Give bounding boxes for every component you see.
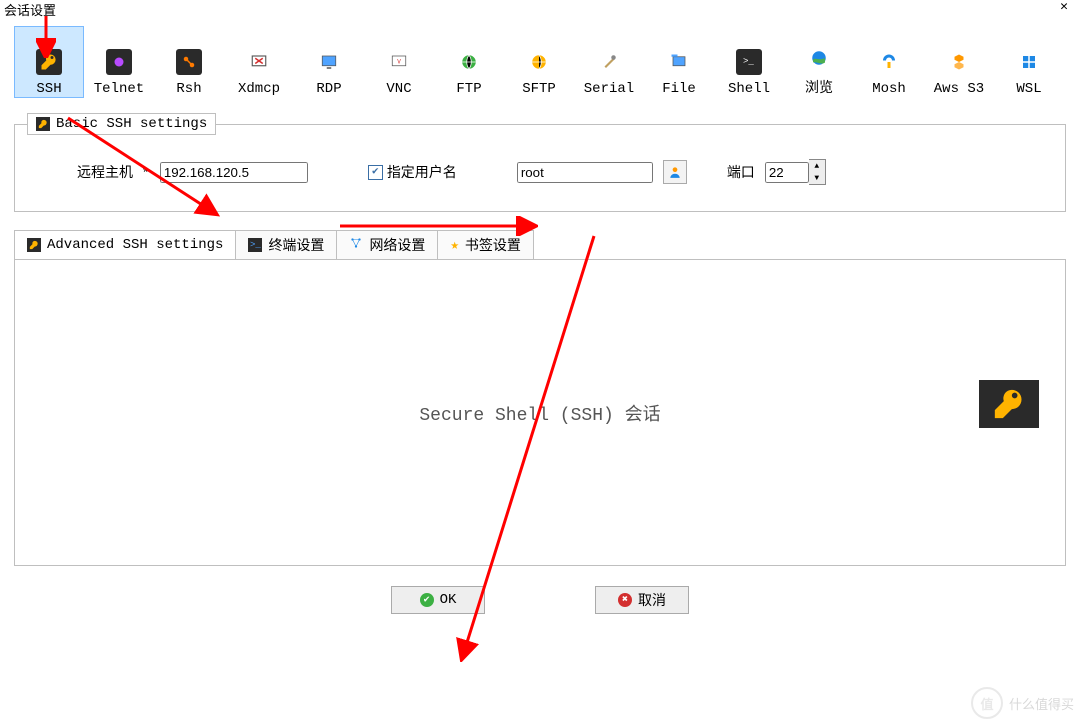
serial-icon: [596, 49, 622, 75]
port-input[interactable]: [765, 162, 809, 183]
close-icon[interactable]: ✕: [1052, 0, 1076, 14]
port-label: 端口: [727, 162, 755, 182]
protocol-sftp[interactable]: SFTP: [504, 26, 574, 98]
mosh-icon: [876, 49, 902, 75]
protocol-xdmcp[interactable]: Xdmcp: [224, 26, 294, 98]
protocol-label: Rsh: [176, 81, 201, 97]
vnc-icon: V: [386, 49, 412, 75]
protocol-label: Serial: [584, 81, 634, 97]
protocol-rdp[interactable]: RDP: [294, 26, 364, 98]
ssh-icon: [36, 49, 62, 75]
port-stepper[interactable]: ▲▼: [765, 159, 826, 185]
xdmcp-icon: [246, 49, 272, 75]
key-icon: [36, 117, 50, 131]
rdp-icon: [316, 49, 342, 75]
tab-label: 终端设置: [268, 235, 324, 255]
protocol-label: RDP: [316, 81, 341, 97]
protocol-vnc[interactable]: V VNC: [364, 26, 434, 98]
person-icon: [668, 165, 682, 179]
tab-bookmark[interactable]: ★ 书签设置: [437, 230, 533, 259]
protocol-label: Telnet: [94, 81, 144, 97]
protocol-rsh[interactable]: Rsh: [154, 26, 224, 98]
protocol-file[interactable]: File: [644, 26, 714, 98]
protocol-label: SFTP: [522, 81, 556, 97]
svg-text:>_: >_: [743, 57, 754, 67]
telnet-icon: [106, 49, 132, 75]
tab-content: Secure Shell (SSH) 会话: [14, 259, 1066, 566]
rsh-icon: [176, 49, 202, 75]
sftp-icon: [526, 49, 552, 75]
awss3-icon: [946, 49, 972, 75]
basic-ssh-panel: Basic SSH settings 远程主机 * ✔ 指定用户名 端口 ▲▼: [14, 124, 1066, 212]
remote-host-input[interactable]: [160, 162, 308, 183]
shell-icon: >_: [736, 49, 762, 75]
key-icon: [27, 238, 41, 252]
watermark-icon: 值: [971, 687, 1003, 719]
protocol-label: Aws S3: [934, 81, 984, 97]
window-title: 会话设置: [4, 0, 56, 19]
protocol-label: WSL: [1016, 81, 1041, 97]
protocol-wsl[interactable]: WSL: [994, 26, 1064, 98]
protocol-label: Xdmcp: [238, 81, 280, 97]
cancel-button[interactable]: ✖ 取消: [595, 586, 689, 614]
ok-label: OK: [440, 592, 457, 608]
basic-ssh-legend: Basic SSH settings: [27, 113, 216, 135]
protocol-label: SSH: [36, 81, 61, 97]
session-description: Secure Shell (SSH) 会话: [419, 400, 660, 426]
checkbox-icon: ✔: [368, 165, 383, 180]
browse-icon: [806, 45, 832, 71]
cancel-icon: ✖: [618, 593, 632, 607]
specify-user-label: 指定用户名: [387, 162, 457, 182]
ok-button[interactable]: ✔ OK: [391, 586, 485, 614]
file-icon: [666, 49, 692, 75]
network-icon: [349, 236, 363, 255]
username-input[interactable]: [517, 162, 653, 183]
user-picker-button[interactable]: [663, 160, 687, 184]
protocol-serial[interactable]: Serial: [574, 26, 644, 98]
tab-advanced-ssh[interactable]: Advanced SSH settings: [14, 230, 236, 259]
tab-terminal[interactable]: >_ 终端设置: [235, 230, 337, 259]
basic-ssh-legend-text: Basic SSH settings: [56, 116, 207, 132]
tab-network[interactable]: 网络设置: [336, 230, 438, 259]
ftp-icon: [456, 49, 482, 75]
protocol-label: File: [662, 81, 696, 97]
protocol-shell[interactable]: >_ Shell: [714, 26, 784, 98]
protocol-label: Shell: [728, 81, 770, 97]
settings-tabs: Advanced SSH settings >_ 终端设置 网络设置 ★ 书签设…: [14, 230, 1066, 259]
tab-label: Advanced SSH settings: [47, 237, 223, 253]
watermark-text: 什么值得买: [1009, 694, 1074, 713]
cancel-label: 取消: [638, 590, 666, 610]
protocol-label: VNC: [386, 81, 411, 97]
terminal-icon: >_: [248, 238, 262, 252]
wsl-icon: [1016, 49, 1042, 75]
ssh-key-button[interactable]: [979, 380, 1039, 428]
port-spinner[interactable]: ▲▼: [809, 159, 826, 185]
star-icon: ★: [450, 237, 458, 254]
watermark: 值 什么值得买: [971, 687, 1074, 719]
protocol-toolbar: SSH Telnet Rsh Xdmcp RDP V VNC FTP SFTP: [0, 18, 1080, 116]
key-icon: [992, 387, 1026, 421]
tab-label: 书签设置: [465, 235, 521, 255]
protocol-label: FTP: [456, 81, 481, 97]
protocol-label: Mosh: [872, 81, 906, 97]
ok-icon: ✔: [420, 593, 434, 607]
specify-user-checkbox[interactable]: ✔ 指定用户名: [368, 162, 457, 182]
protocol-ssh[interactable]: SSH: [14, 26, 84, 98]
protocol-label: 浏览: [805, 77, 833, 97]
protocol-ftp[interactable]: FTP: [434, 26, 504, 98]
tab-label: 网络设置: [369, 235, 425, 255]
protocol-browse[interactable]: 浏览: [784, 26, 854, 98]
remote-host-label: 远程主机 *: [77, 162, 150, 182]
protocol-mosh[interactable]: Mosh: [854, 26, 924, 98]
svg-text:V: V: [397, 59, 401, 66]
protocol-awss3[interactable]: Aws S3: [924, 26, 994, 98]
protocol-telnet[interactable]: Telnet: [84, 26, 154, 98]
